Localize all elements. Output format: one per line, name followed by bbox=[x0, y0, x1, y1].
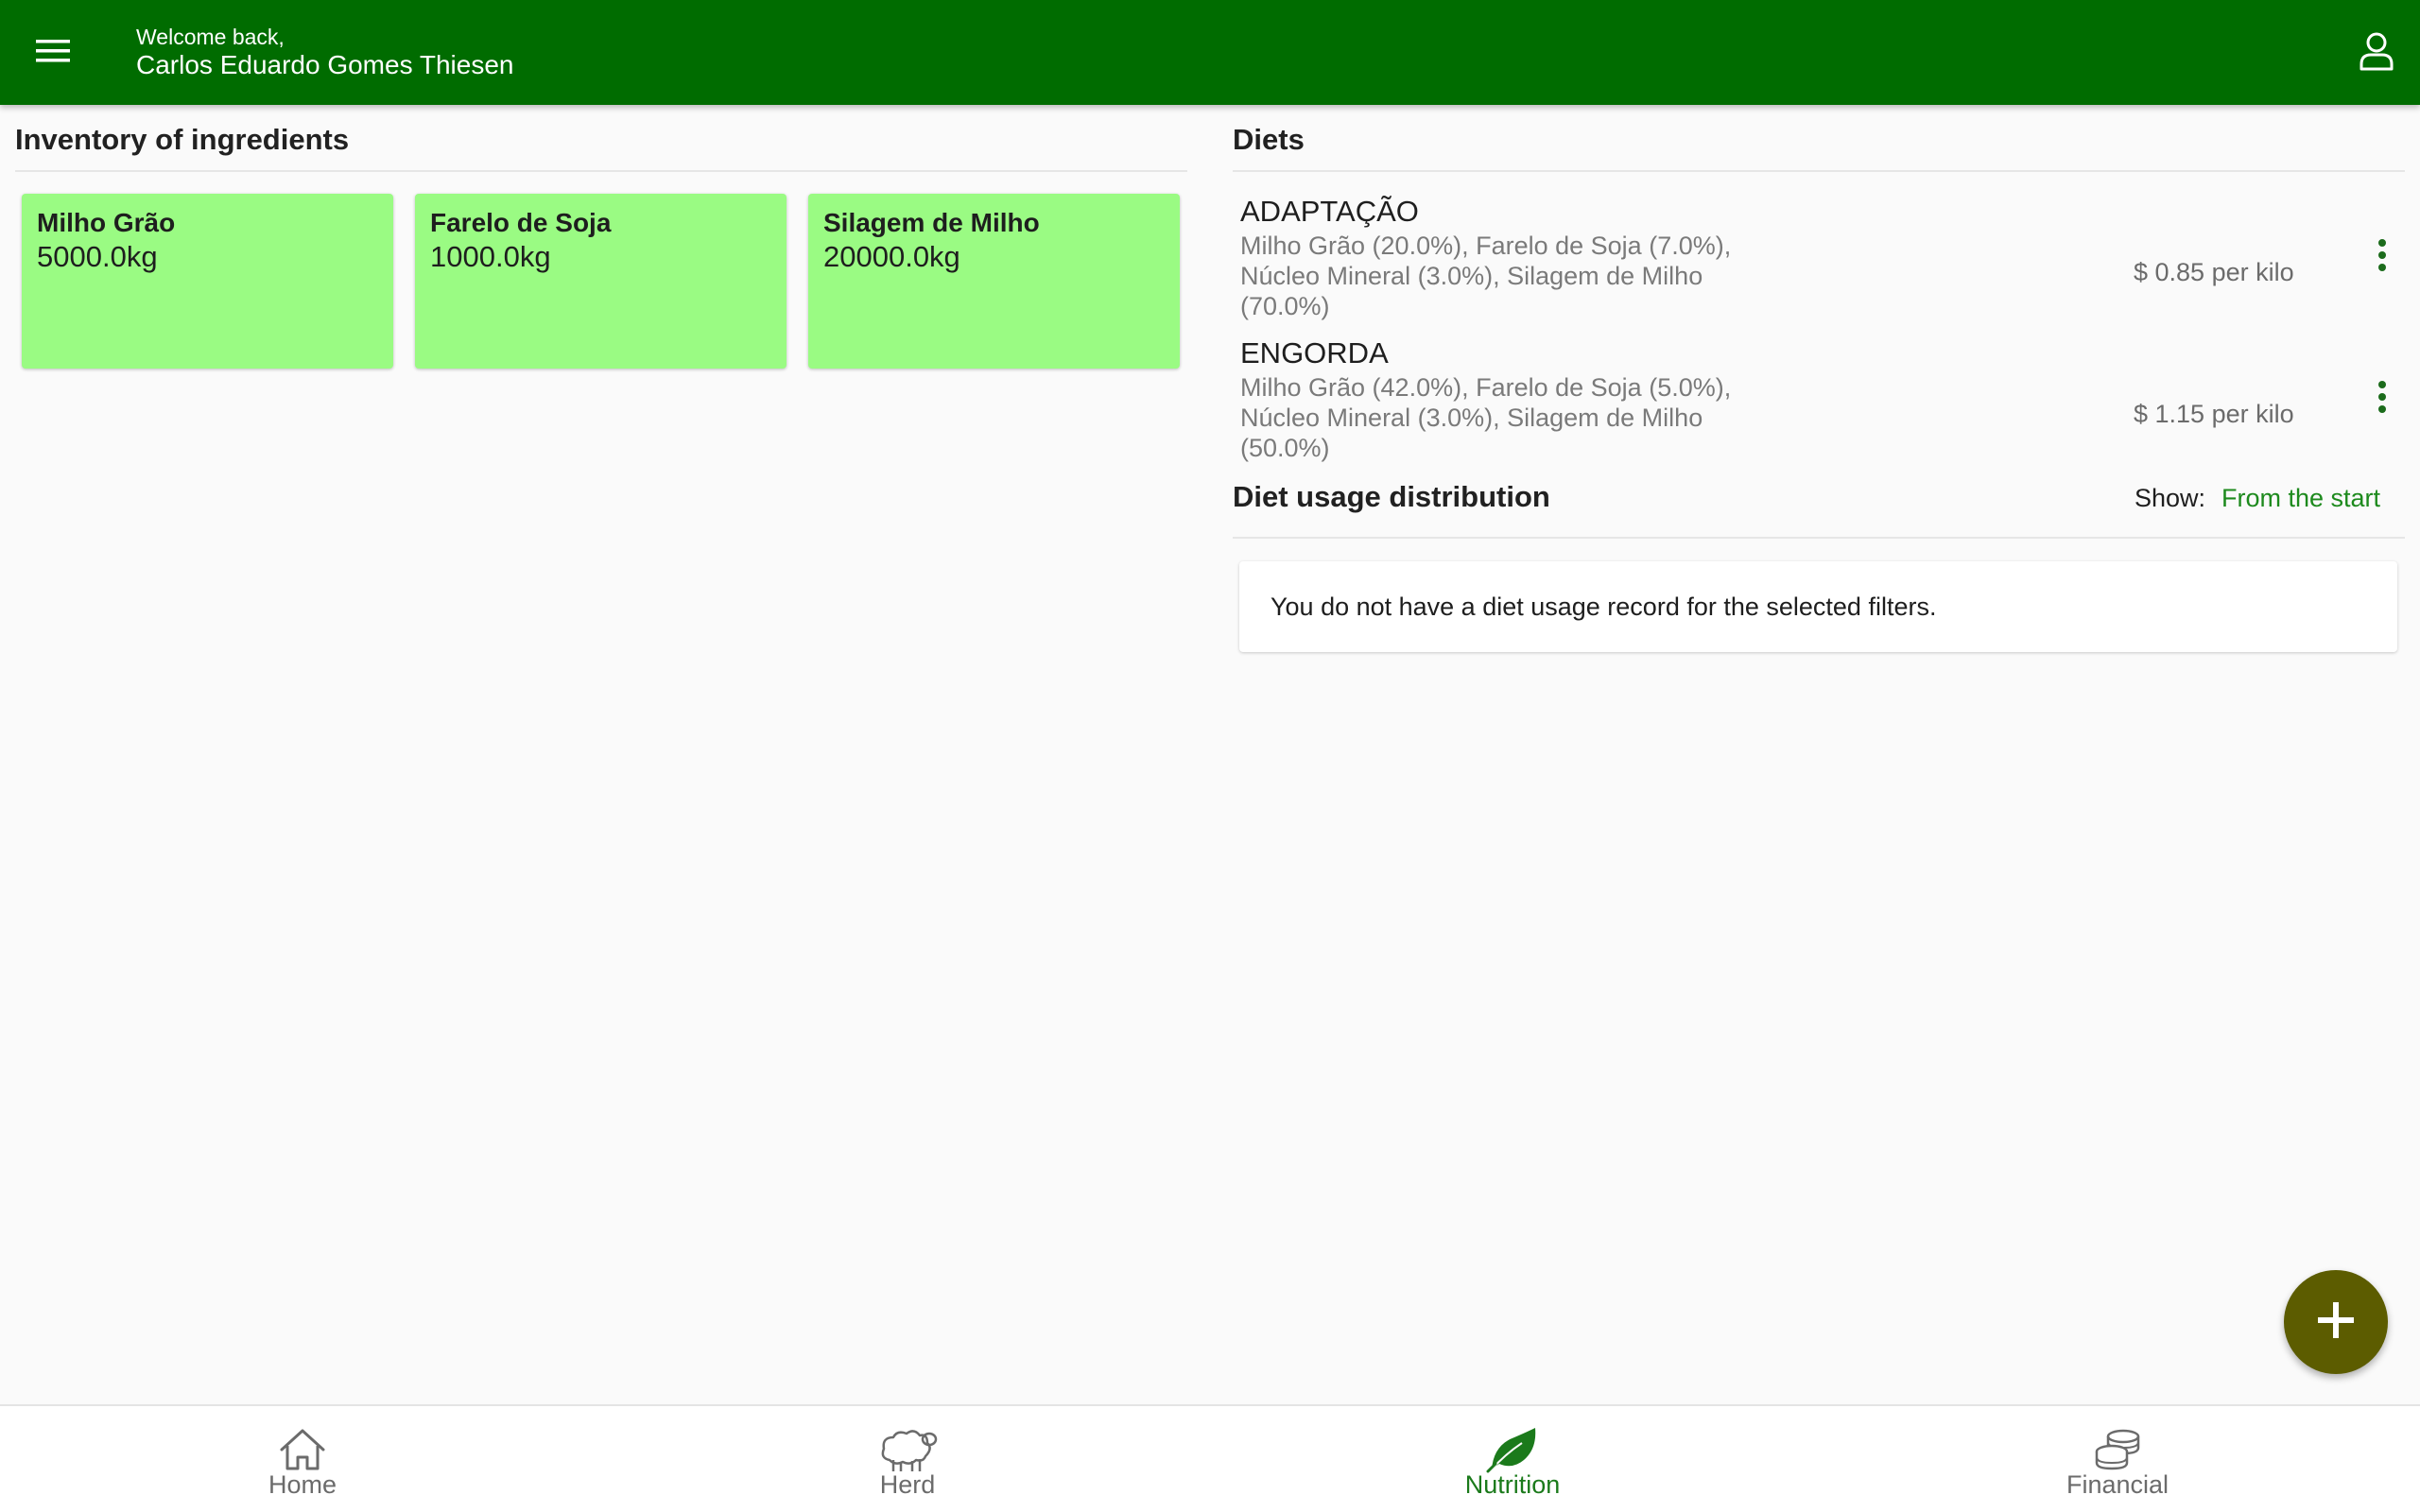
app-bar: Welcome back, Carlos Eduardo Gomes Thies… bbox=[0, 0, 2420, 105]
diet-name: ADAPTAÇÃO bbox=[1240, 195, 1419, 228]
diet-price: $ 0.85 per kilo bbox=[2134, 258, 2294, 286]
inventory-divider bbox=[15, 170, 1187, 172]
add-button[interactable] bbox=[2284, 1270, 2388, 1374]
diet-composition: Milho Grão (20.0%), Farelo de Soja (7.0%… bbox=[1240, 232, 1732, 320]
diet-item[interactable]: ENGORDA Milho Grão (42.0%), Farelo de So… bbox=[1233, 336, 2401, 478]
greeting-text: Welcome back, bbox=[136, 25, 285, 49]
nav-home[interactable]: Home bbox=[0, 1406, 605, 1512]
nav-financial[interactable]: Financial bbox=[1815, 1406, 2420, 1512]
ingredient-quantity: 20000.0kg bbox=[823, 240, 960, 273]
period-filter[interactable]: From the start bbox=[2221, 482, 2380, 514]
nav-nutrition[interactable]: Nutrition bbox=[1210, 1406, 1815, 1512]
ingredient-card[interactable]: Farelo de Soja 1000.0kg bbox=[415, 194, 786, 369]
diet-more-button[interactable] bbox=[2354, 370, 2411, 427]
coins-icon bbox=[2086, 1425, 2149, 1474]
more-vertical-icon bbox=[2377, 238, 2388, 277]
diets-title: Diets bbox=[1233, 123, 1305, 156]
more-vertical-icon bbox=[2377, 380, 2388, 419]
ingredient-quantity: 1000.0kg bbox=[430, 240, 551, 273]
diet-price: $ 1.15 per kilo bbox=[2134, 400, 2294, 428]
person-icon bbox=[2358, 30, 2395, 77]
ingredient-card[interactable]: Milho Grão 5000.0kg bbox=[22, 194, 393, 369]
inventory-title: Inventory of ingredients bbox=[15, 123, 350, 156]
empty-state-message: You do not have a diet usage record for … bbox=[1270, 592, 1937, 621]
ingredient-name: Silagem de Milho bbox=[823, 208, 1040, 237]
diet-name: ENGORDA bbox=[1240, 336, 1389, 369]
usage-divider bbox=[1233, 537, 2405, 539]
nav-nutrition-label: Nutrition bbox=[1464, 1470, 1561, 1499]
menu-button[interactable] bbox=[21, 21, 85, 85]
diet-item[interactable]: ADAPTAÇÃO Milho Grão (20.0%), Farelo de … bbox=[1233, 195, 2401, 336]
home-icon bbox=[271, 1425, 334, 1474]
ingredient-name: Farelo de Soja bbox=[430, 208, 612, 237]
nav-herd[interactable]: Herd bbox=[605, 1406, 1210, 1512]
sheep-icon bbox=[876, 1425, 939, 1474]
diet-composition: Milho Grão (42.0%), Farelo de Soja (5.0%… bbox=[1240, 373, 1732, 462]
leaf-icon bbox=[1481, 1425, 1544, 1474]
nav-herd-label: Herd bbox=[879, 1470, 936, 1499]
diets-divider bbox=[1233, 170, 2405, 172]
ingredient-card[interactable]: Silagem de Milho 20000.0kg bbox=[808, 194, 1180, 369]
usage-title: Diet usage distribution bbox=[1233, 480, 1550, 513]
account-button[interactable] bbox=[2346, 23, 2407, 83]
user-name: Carlos Eduardo Gomes Thiesen bbox=[136, 50, 514, 79]
ingredient-name: Milho Grão bbox=[37, 208, 176, 237]
diet-more-button[interactable] bbox=[2354, 229, 2411, 285]
plus-icon bbox=[2315, 1299, 2357, 1346]
nav-home-label: Home bbox=[268, 1470, 337, 1499]
bottom-navigation: Home Herd Nutrition Financial bbox=[0, 1404, 2420, 1512]
show-label: Show: bbox=[2135, 484, 2206, 512]
hamburger-menu-icon bbox=[34, 37, 72, 70]
ingredient-quantity: 5000.0kg bbox=[37, 240, 158, 273]
nav-financial-label: Financial bbox=[2066, 1470, 2169, 1499]
empty-state-card: You do not have a diet usage record for … bbox=[1239, 561, 2397, 652]
